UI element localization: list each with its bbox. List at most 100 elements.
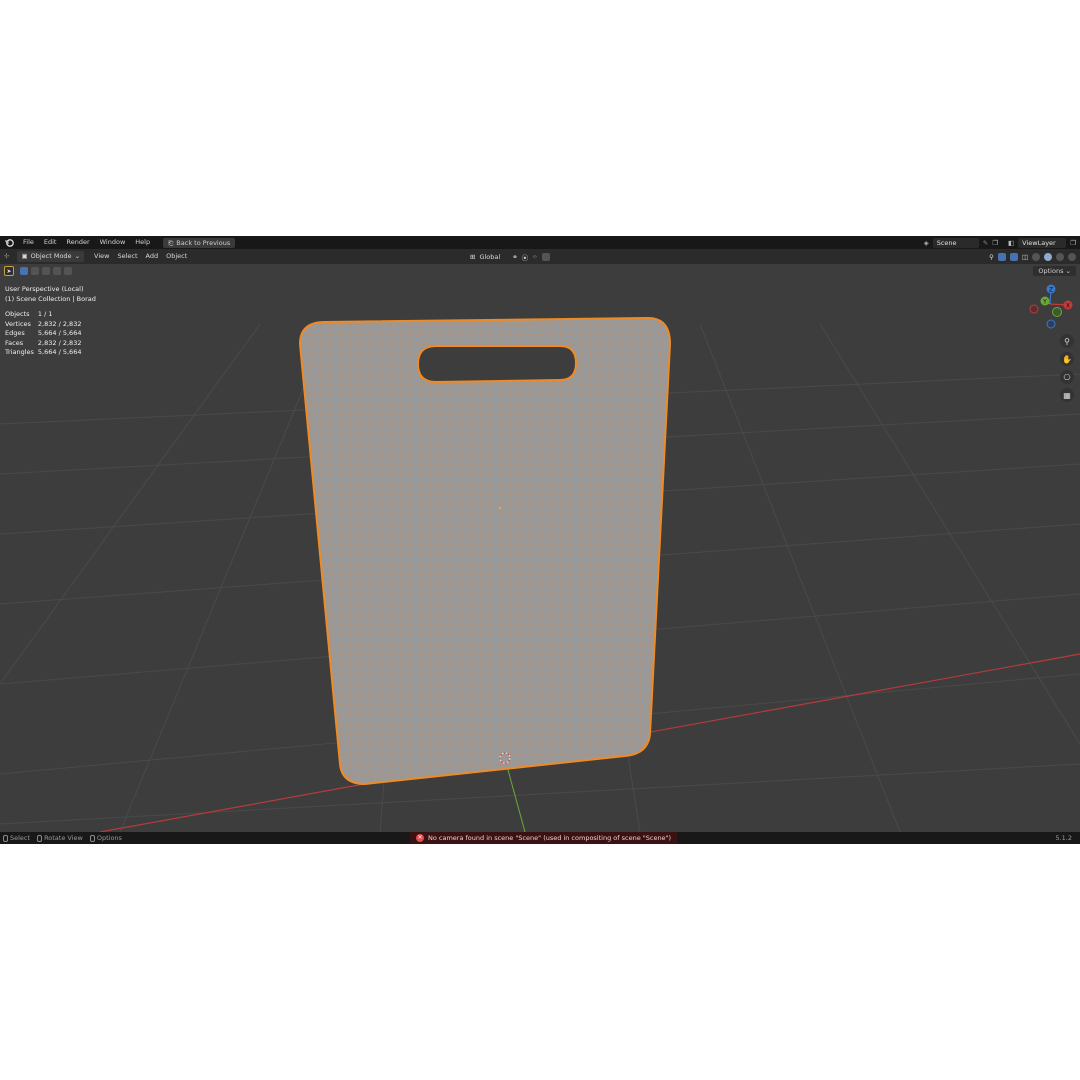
handle-hole — [416, 345, 578, 384]
viewport-navigation: ⚲ ✋ ⎔ ▦ — [1060, 334, 1074, 402]
chevron-down-icon: ⌄ — [74, 252, 81, 260]
gizmo-toggle-icon[interactable] — [997, 252, 1006, 261]
gizmo-y-label: Y — [1042, 298, 1047, 305]
scene-controls: ◈ Scene ✎ ❐ ◧ ViewLayer ❐ — [924, 236, 1080, 249]
editor-type-icon[interactable]: ⊹ — [0, 251, 13, 262]
gizmo-x-label: X — [1066, 302, 1070, 309]
back-icon: ⎗ — [168, 238, 174, 247]
stat-label: Objects — [5, 310, 30, 318]
object-origin — [498, 506, 502, 510]
scene-name-field[interactable]: Scene — [932, 237, 979, 248]
blender-logo-icon[interactable] — [0, 238, 18, 247]
stat-value: 5,664 / 5,664 — [37, 348, 82, 357]
version-label: 5.1.2 — [1055, 834, 1072, 842]
shading-solid-icon[interactable] — [1044, 252, 1052, 261]
object-mode-dropdown[interactable]: ▣ Object Mode ⌄ — [17, 251, 85, 262]
status-select-label: Select — [10, 834, 31, 842]
warning-message[interactable]: ✕ No camera found in scene "Scene" (used… — [410, 832, 678, 844]
stat-value: 2,832 / 2,832 — [37, 319, 82, 328]
pivot-point-icon[interactable]: ⚭ — [512, 253, 517, 261]
mouse-middle-icon — [37, 834, 43, 842]
transform-controls: ⊞ Global ⚭ ⦿ ⁘ — [470, 249, 550, 264]
menu-help[interactable]: Help — [130, 236, 155, 249]
back-to-previous-label: Back to Previous — [176, 238, 231, 247]
mouse-right-icon — [89, 834, 95, 842]
status-rotate-label: Rotate View — [44, 834, 83, 842]
options-label: Options — [1038, 267, 1064, 275]
viewport-canvas: Z X Y — [0, 264, 1080, 832]
transform-orientation-dropdown[interactable]: Global — [479, 253, 500, 261]
select-mode-new-icon[interactable] — [20, 267, 28, 275]
select-mode-invert-icon[interactable] — [53, 267, 61, 275]
shading-rendered-icon[interactable] — [1068, 252, 1076, 261]
menu-edit[interactable]: Edit — [39, 236, 62, 249]
perspective-label: User Perspective (Local) — [5, 285, 84, 293]
object-mode-icon: ▣ — [21, 252, 28, 260]
camera-view-icon[interactable]: ⎔ — [1060, 370, 1074, 384]
cutting-board-mesh[interactable] — [298, 316, 672, 786]
menu-render[interactable]: Render — [61, 236, 94, 249]
status-options-label: Options — [96, 834, 122, 842]
collection-label: (1) Scene Collection | Borad — [5, 295, 96, 303]
select-tool-icon[interactable]: ➤ — [4, 266, 14, 276]
stat-row: Objects 1 / 1 — [5, 310, 85, 320]
scene-browse-icon[interactable]: ◈ — [924, 239, 929, 247]
visibility-icon[interactable]: ⚲ — [989, 253, 994, 261]
stat-value: 5,664 / 5,664 — [37, 329, 82, 338]
overlay-toggle-icon[interactable] — [1009, 252, 1018, 261]
stat-row: Triangles 5,664 / 5,664 — [5, 348, 85, 358]
pin-icon[interactable]: ✎ — [983, 239, 988, 247]
select-mode-intersect-icon[interactable] — [64, 267, 72, 275]
scene-statistics: Objects 1 / 1 Vertices 2,832 / 2,832 Edges… — [5, 310, 85, 358]
xray-icon[interactable]: ◫ — [1022, 253, 1028, 261]
viewport-info: User Perspective (Local) (1) Scene Colle… — [5, 284, 96, 304]
menu-view[interactable]: View — [90, 251, 113, 262]
status-options: Options — [89, 834, 122, 842]
menu-window[interactable]: Window — [95, 236, 131, 249]
status-select: Select — [3, 834, 30, 842]
viewport-display-controls: ⚲ ◫ — [989, 249, 1076, 264]
warning-text: No camera found in scene "Scene" (used i… — [428, 834, 672, 842]
new-view-layer-icon[interactable]: ❐ — [1070, 239, 1076, 247]
stat-row: Faces 2,832 / 2,832 — [5, 339, 85, 349]
3d-viewport[interactable]: Z X Y ➤ Options ⌄ User Perspective (Loca… — [0, 264, 1080, 832]
new-scene-icon[interactable]: ❐ — [992, 239, 998, 247]
stat-label: Triangles — [5, 348, 34, 357]
stat-value: 1 / 1 — [37, 310, 53, 318]
back-to-previous-button[interactable]: ⎗ Back to Previous — [163, 237, 236, 248]
select-mode-subtract-icon[interactable] — [42, 267, 50, 275]
stat-label: Vertices — [5, 319, 31, 328]
mouse-left-icon — [3, 834, 8, 842]
stat-value: 2,832 / 2,832 — [37, 338, 82, 347]
gizmo-z-label: Z — [1049, 286, 1053, 293]
perspective-toggle-icon[interactable]: ▦ — [1060, 388, 1074, 402]
snap-icon[interactable]: ⦿ — [522, 252, 529, 262]
viewport-header: ⊹ ▣ Object Mode ⌄ View Select Add Object… — [0, 249, 1080, 264]
options-dropdown[interactable]: Options ⌄ — [1033, 266, 1076, 276]
snap-target-icon[interactable]: ⁘ — [532, 253, 537, 261]
shading-material-icon[interactable] — [1056, 252, 1064, 261]
view-layer-field[interactable]: ViewLayer — [1018, 237, 1067, 248]
stat-label: Faces — [5, 338, 24, 347]
stat-row: Vertices 2,832 / 2,832 — [5, 320, 85, 330]
menu-file[interactable]: File — [18, 236, 39, 249]
status-bar: Select Rotate View Options ✕ No camera f… — [0, 832, 1080, 844]
stat-row: Edges 5,664 / 5,664 — [5, 329, 85, 339]
view-layer-browse-icon[interactable]: ◧ — [1008, 239, 1014, 247]
error-icon: ✕ — [416, 834, 424, 842]
pan-hand-icon[interactable]: ✋ — [1060, 352, 1074, 366]
status-rotate-view: Rotate View — [37, 834, 83, 842]
shading-wireframe-icon[interactable] — [1032, 252, 1040, 261]
menu-select[interactable]: Select — [113, 251, 141, 262]
menu-object[interactable]: Object — [162, 251, 191, 262]
transform-orientation-icon: ⊞ — [470, 252, 476, 261]
zoom-icon[interactable]: ⚲ — [1060, 334, 1074, 348]
menu-add[interactable]: Add — [142, 251, 163, 262]
tool-settings: ➤ — [4, 266, 72, 276]
select-mode-extend-icon[interactable] — [31, 267, 39, 275]
proportional-edit-icon[interactable] — [541, 252, 550, 261]
top-menu-bar: File Edit Render Window Help ⎗ Back to P… — [0, 236, 1080, 249]
object-mode-label: Object Mode — [30, 252, 72, 260]
blender-window: File Edit Render Window Help ⎗ Back to P… — [0, 236, 1080, 844]
stat-label: Edges — [5, 329, 25, 338]
